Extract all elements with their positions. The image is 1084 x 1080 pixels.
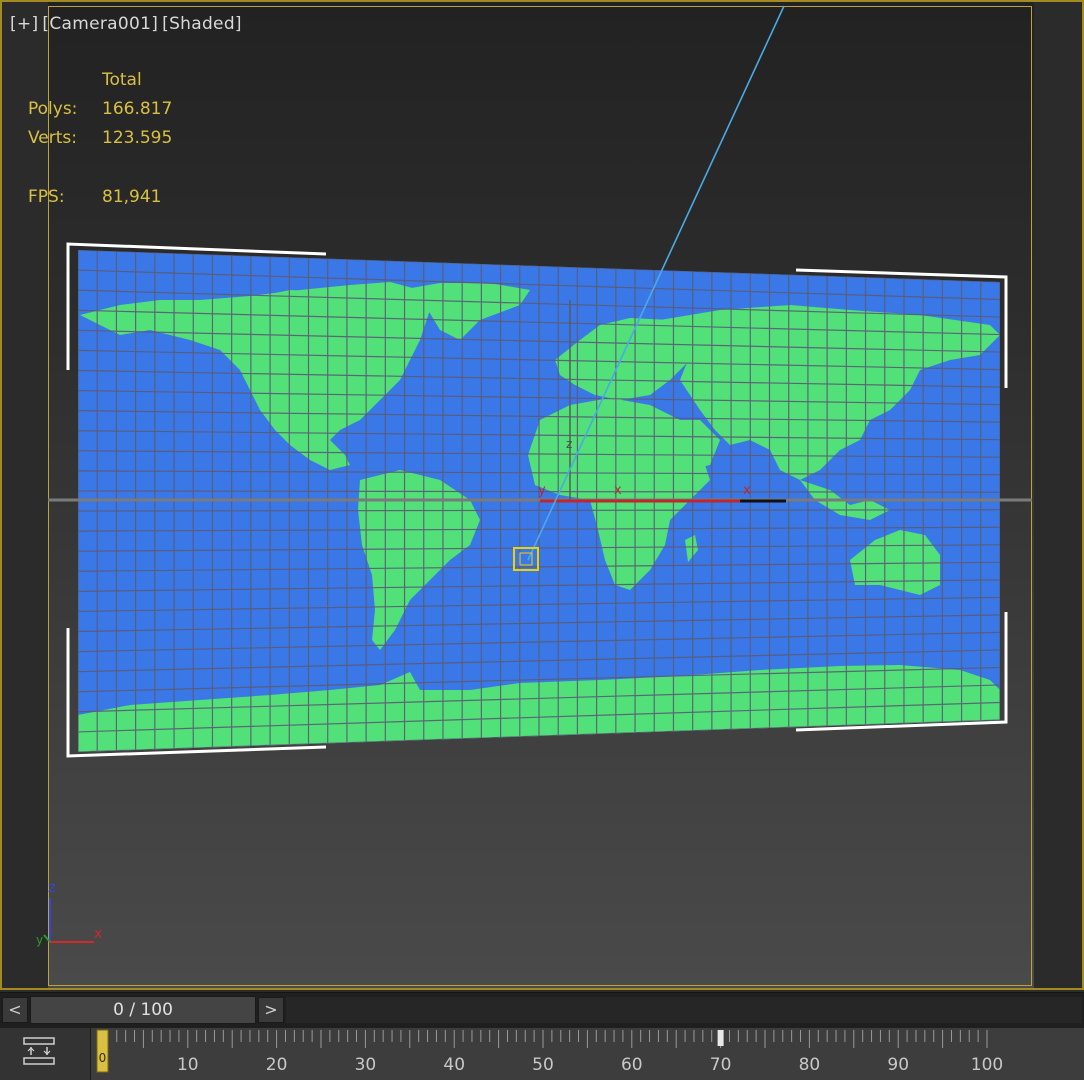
fps-label: FPS: [28, 187, 65, 207]
track-tick-label: 50 [532, 1055, 554, 1075]
corner-axis-z-label: z [48, 880, 55, 896]
polys-value: 166.817 [102, 99, 173, 119]
track-tick-label: 100 [971, 1055, 1003, 1075]
time-slider-next-button[interactable]: > [258, 997, 284, 1023]
viewport-camera-label[interactable]: [Camera001] [42, 14, 158, 34]
gizmo-y-label: y [538, 483, 546, 498]
verts-label: Verts: [28, 128, 78, 148]
track-tick-label: 10 [177, 1055, 199, 1075]
track-tick-label: 60 [621, 1055, 643, 1075]
time-slider-prev-button[interactable]: < [2, 997, 28, 1023]
time-slider-thumb[interactable]: 0 / 100 [30, 996, 256, 1024]
track-bar: 10 20 30 40 50 60 70 80 90 100 0 [0, 1028, 1084, 1080]
gizmo-z-label: z [566, 437, 572, 451]
time-slider-bar: < 0 / 100 > [0, 992, 1084, 1029]
gizmo-x-label: x [614, 483, 622, 498]
time-slider-track[interactable] [286, 997, 1082, 1023]
track-tick-label: 80 [799, 1055, 821, 1075]
viewport-label[interactable]: [+] [Camera001] [Shaded] [10, 14, 246, 34]
stats-header: Total [102, 70, 142, 90]
track-tick-label: 70 [710, 1055, 732, 1075]
corner-axis-x-label: x [94, 926, 102, 942]
track-tick-label: 40 [443, 1055, 465, 1075]
corner-axis-y-label: y [36, 933, 43, 947]
viewport-shading-label[interactable]: [Shaded] [162, 14, 242, 34]
track-tick-label: 30 [355, 1055, 377, 1075]
track-tick-label: 90 [887, 1055, 909, 1075]
scene-render: y x x z z x y [36, 5, 1032, 947]
viewport-menu-plus[interactable]: [+] [10, 14, 38, 34]
gizmo-x2-label: x [743, 483, 751, 498]
current-frame-label: 0 [99, 1051, 107, 1065]
track-bar-timeline[interactable]: 10 20 30 40 50 60 70 80 90 100 0 [90, 1028, 1084, 1080]
mini-curve-editor-icon[interactable] [22, 1036, 56, 1066]
key-frame-marker [717, 1030, 724, 1046]
verts-value: 123.595 [102, 128, 173, 148]
fps-value: 81,941 [102, 187, 162, 207]
track-tick-label: 20 [266, 1055, 288, 1075]
polys-label: Polys: [28, 99, 78, 119]
